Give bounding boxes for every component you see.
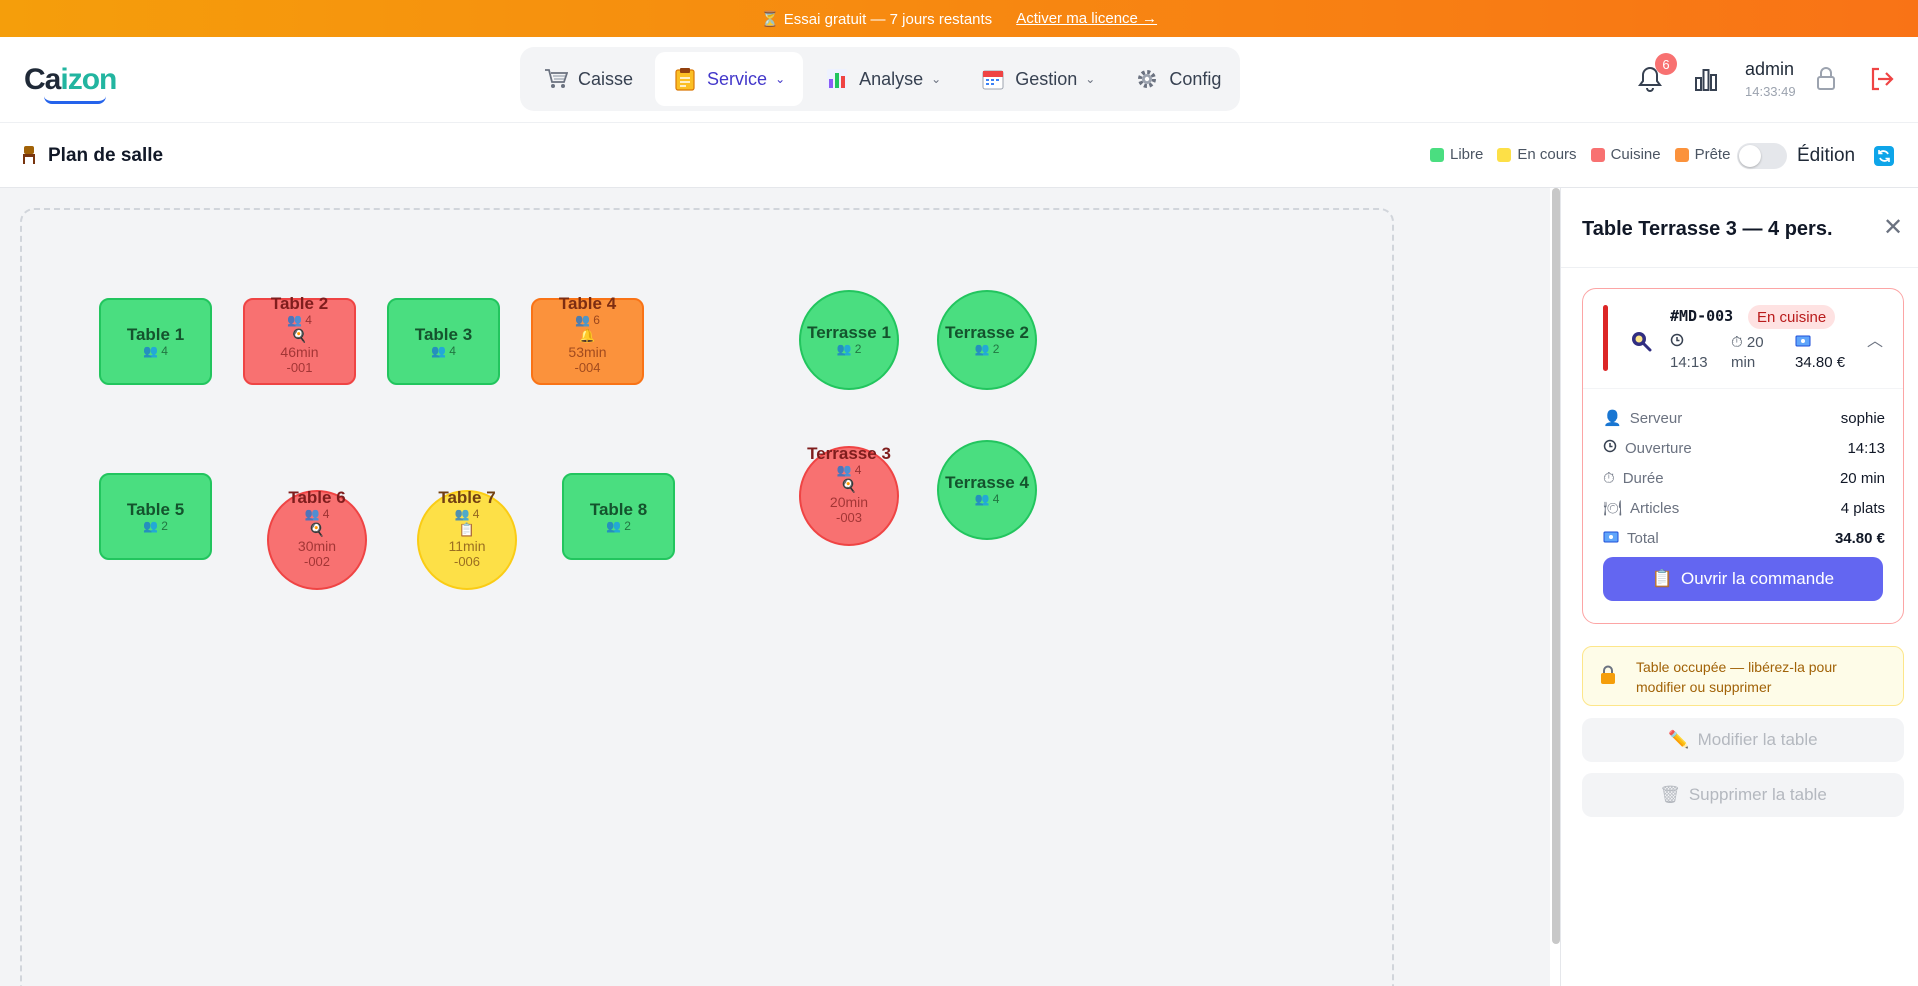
delete-table-button[interactable]: 🗑 Supprimer la table	[1582, 773, 1904, 817]
cart-icon	[544, 67, 568, 91]
floor-plan: Table 1 👥 4 Table 2 👥 4 🍳 46min -001 Tab…	[20, 208, 1394, 986]
table-terrasse-2[interactable]: Terrasse 2 👥 2	[937, 290, 1037, 390]
chevron-up-icon[interactable]: ︿	[1867, 327, 1883, 351]
table-terrasse-1[interactable]: Terrasse 1 👥 2	[799, 290, 899, 390]
table-terrasse-4[interactable]: Terrasse 4 👥 4	[937, 440, 1037, 540]
order-ref: #MD-003	[1670, 307, 1734, 325]
status-legend: Libre En cours Cuisine Prête	[1430, 146, 1730, 163]
notification-badge: 6	[1655, 53, 1677, 75]
order-time: 14:13	[1670, 333, 1708, 373]
cooking-icon: 🍳	[291, 328, 308, 343]
edition-toggle[interactable]	[1737, 143, 1787, 169]
detail-articles: 🍽 Articles 4 plats	[1603, 499, 1885, 518]
legend-item-cuisine: Cuisine	[1590, 146, 1661, 163]
chair-icon	[21, 145, 37, 170]
timer-icon: ⏱	[1731, 334, 1743, 351]
clipboard-icon: 📋	[1651, 569, 1674, 588]
table-1[interactable]: Table 1 👥 4	[99, 298, 212, 385]
order-card: #MD-003 En cuisine 14:13 ⏱ 20 min 34.80 …	[1582, 288, 1904, 624]
panel-header: Table Terrasse 3 — 4 pers. ✕	[1561, 188, 1918, 268]
nav-item-service[interactable]: Service ⌄	[655, 52, 804, 106]
edit-table-button[interactable]: ✏️ Modifier la table	[1582, 718, 1904, 762]
timer-icon: ⏱	[1603, 469, 1615, 487]
close-icon[interactable]: ✕	[1883, 216, 1903, 240]
money-icon	[1795, 333, 1845, 353]
chevron-down-icon: ⌄	[931, 72, 942, 86]
clipboard-icon	[673, 67, 697, 91]
clock-time: 14:33:49	[1745, 84, 1796, 99]
cooking-icon	[1629, 329, 1653, 358]
cooking-icon: 🍳	[840, 478, 858, 493]
nav-item-analyse[interactable]: Analyse ⌄	[807, 52, 959, 106]
bar-chart-icon	[825, 67, 849, 91]
lock-icon	[1599, 665, 1617, 690]
chevron-down-icon: ⌄	[775, 72, 786, 86]
floor-plan-area: Table 1 👥 4 Table 2 👥 4 🍳 46min -001 Tab…	[0, 188, 1550, 986]
plate-icon: 🍽	[1603, 500, 1623, 517]
floor-scrollbar[interactable]	[1552, 188, 1560, 944]
table-4[interactable]: Table 4 👥 6 🔔 53min -004	[531, 294, 644, 385]
open-order-button[interactable]: 📋 Ouvrir la commande	[1603, 557, 1883, 601]
status-badge: En cuisine	[1748, 305, 1836, 329]
activate-license-link[interactable]: Activer ma licence →	[1016, 10, 1157, 27]
legend-item-en-cours: En cours	[1497, 146, 1577, 163]
detail-serveur: 👤 Serveur sophie	[1603, 409, 1885, 428]
nav-item-caisse[interactable]: Caisse	[526, 52, 651, 106]
order-card-header[interactable]: #MD-003 En cuisine 14:13 ⏱ 20 min 34.80 …	[1583, 289, 1903, 389]
main-nav: Caisse Service ⌄ Analyse ⌄ Gestion ⌄ Con…	[520, 47, 1240, 111]
table-terrasse-3[interactable]: Terrasse 3 👥 4 🍳 20min -003	[799, 444, 899, 546]
table-8[interactable]: Table 8 👥 2	[562, 473, 675, 560]
logout-icon[interactable]	[1869, 66, 1895, 97]
table-2[interactable]: Table 2 👥 4 🍳 46min -001	[243, 294, 356, 385]
page-title: Plan de salle	[48, 145, 164, 166]
lock-icon[interactable]	[1815, 66, 1837, 97]
trial-banner: ⏳ Essai gratuit — 7 jours restants Activ…	[0, 0, 1918, 37]
detail-duree: ⏱ Durée 20 min	[1603, 469, 1885, 487]
trial-banner-text: ⏳ Essai gratuit — 7 jours restants	[760, 10, 993, 28]
clipboard-icon: 📋	[458, 522, 476, 537]
detail-total: Total 34.80 €	[1603, 523, 1885, 553]
order-details: 👤 Serveur sophie Ouverture 14:13 ⏱ Durée 2…	[1603, 403, 1885, 553]
trash-icon: 🗑	[1659, 785, 1681, 804]
chevron-down-icon: ⌄	[1085, 72, 1096, 86]
table-3[interactable]: Table 3 👥 4	[387, 298, 500, 385]
user-name: admin	[1745, 59, 1795, 79]
calendar-icon	[981, 67, 1005, 91]
table-6[interactable]: Table 6 👥 4 🍳 30min -002	[267, 488, 367, 590]
table-5[interactable]: Table 5 👥 2	[99, 473, 212, 560]
app-header: Caizon Caisse Service ⌄ Analyse ⌄ Gestio…	[0, 37, 1918, 123]
legend-item-prete: Prête	[1674, 146, 1730, 163]
legend-item-libre: Libre	[1430, 146, 1483, 163]
stats-icon[interactable]	[1694, 66, 1718, 97]
gear-icon	[1135, 67, 1159, 91]
nav-item-config[interactable]: Config	[1117, 52, 1239, 106]
refresh-icon[interactable]	[1874, 146, 1894, 166]
panel-title: Table Terrasse 3 — 4 pers.	[1582, 218, 1833, 240]
money-icon	[1603, 530, 1619, 547]
clock-icon	[1603, 439, 1617, 457]
table-detail-panel: Table Terrasse 3 — 4 pers. ✕ #MD-003 En …	[1560, 188, 1918, 986]
brand-logo[interactable]: Caizon	[24, 63, 117, 104]
clock-icon	[1670, 333, 1708, 353]
order-total: 34.80 €	[1795, 333, 1845, 373]
table-7[interactable]: Table 7 👥 4 📋 11min -006	[417, 488, 517, 590]
pencil-icon: ✏️	[1668, 730, 1690, 749]
bell-icon: 🔔	[579, 328, 596, 343]
order-duration: ⏱ 20 min	[1731, 334, 1764, 371]
person-icon: 👤	[1603, 410, 1622, 427]
edition-label: Édition	[1797, 145, 1856, 166]
nav-item-gestion[interactable]: Gestion ⌄	[963, 52, 1113, 106]
occupied-warning: Table occupée — libérez-la pour modifier…	[1582, 646, 1904, 706]
page-toolbar: Plan de salle Libre En cours Cuisine Prê…	[0, 123, 1918, 188]
cooking-icon: 🍳	[308, 522, 326, 537]
detail-ouverture: Ouverture 14:13	[1603, 433, 1885, 463]
